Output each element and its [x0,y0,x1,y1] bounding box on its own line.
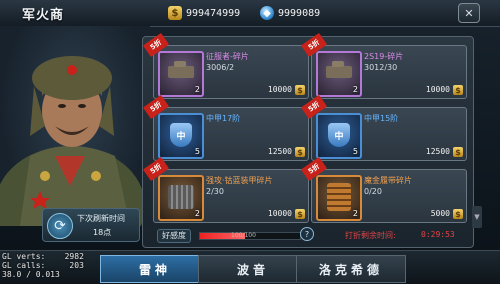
debug-line: 38.0 / 0.013 [2,270,60,279]
shop-window: 军火商 $ 999474999 ◆ 9999089 ✕ ⟳ 下次刷新时间 18点… [0,0,500,284]
armor-plate-icon [168,185,194,209]
shop-item-card[interactable]: 2 5折 强攻·钴蓝装甲碎片 2/30 10000 $ [142,156,309,223]
track-icon [327,183,351,211]
refresh-icon: ⟳ [47,213,73,239]
shop-item-card[interactable]: 2 5折 魔金履带碎片 0/20 5000 $ [300,156,467,223]
diamond-icon: ◆ [260,6,274,20]
help-icon[interactable]: ? [300,227,314,241]
item-price: 5000 [430,209,450,218]
item-price: 10000 [425,85,450,94]
diamond-display: ◆ 9999089 [260,5,320,21]
item-thumbnail: 中 5 [316,113,362,159]
diamond-value: 9999089 [278,7,321,19]
item-thumbnail: 2 [158,175,204,221]
item-progress: 0/20 [364,187,382,196]
item-price: 12500 [425,147,450,156]
gold-display: $ 999474999 [168,5,240,21]
item-name: 强攻·钴蓝装甲碎片 [206,176,273,185]
merchant-portrait [0,26,150,226]
item-quantity: 2 [194,85,200,94]
item-quantity: 5 [352,147,358,156]
tab-lockheed[interactable]: 洛克希德 [296,255,406,283]
tank-icon [326,61,352,78]
debug-overlay: GL verts: 2982 GL calls: 203 38.0 / 0.01… [2,252,84,279]
top-bar: 军火商 $ 999474999 ◆ 9999089 ✕ [0,0,500,27]
item-name: 2S19-碎片 [364,52,404,61]
gold-coin-icon: $ [295,209,305,219]
armor-shield-icon: 中 [170,123,192,147]
gold-coin-icon: $ [453,209,463,219]
item-name: 中甲15阶 [364,114,399,123]
gold-coin-icon: $ [168,6,182,20]
item-progress: 3012/30 [364,63,398,72]
armor-shield-icon: 中 [328,123,350,147]
item-price: 10000 [267,85,292,94]
tank-icon [168,61,194,78]
gold-coin-icon: $ [453,85,463,95]
tab-boeing[interactable]: 波音 [198,255,308,283]
shop-item-card[interactable]: 2 5折 征服者-碎片 3006/2 10000 $ [142,32,309,99]
shop-item-card[interactable]: 中 5 5折 中甲17阶 12500 $ [142,94,309,161]
item-quantity: 2 [194,209,200,218]
item-quantity: 2 [352,209,358,218]
officer-illustration [0,56,145,226]
discount-timer-value: 0:29:53 [421,230,455,239]
item-progress: 2/30 [206,187,224,196]
favor-value: 100/100 [231,232,256,239]
item-thumbnail: 2 [316,51,362,97]
item-thumbnail: 中 5 [158,113,204,159]
scroll-arrow[interactable]: ▼ [472,206,482,228]
item-quantity: 5 [194,147,200,156]
shop-item-card[interactable]: 中 5 5折 中甲15阶 12500 $ [300,94,467,161]
item-thumbnail: 2 [158,51,204,97]
gold-value: 999474999 [186,7,241,19]
item-price: 10000 [267,209,292,218]
close-icon: ✕ [464,6,474,20]
discount-timer-label: 打折剩余时间: [345,231,396,240]
close-button[interactable]: ✕ [458,3,480,23]
debug-line: GL calls: 203 [2,261,84,270]
refresh-label: 下次刷新时间 [77,214,125,223]
tab-raytheon[interactable]: 雷神 [100,255,210,283]
item-name: 中甲17阶 [206,114,241,123]
item-price: 12500 [267,147,292,156]
item-thumbnail: 2 [316,175,362,221]
refresh-button[interactable]: ⟳ 下次刷新时间 18点 [42,208,140,242]
gold-coin-icon: $ [295,147,305,157]
shop-item-card[interactable]: 2 5折 2S19-碎片 3012/30 10000 $ [300,32,467,99]
item-quantity: 2 [352,85,358,94]
favor-label: 好感度 [157,229,191,243]
item-name: 征服者-碎片 [206,52,249,61]
gold-coin-icon: $ [453,147,463,157]
debug-line: GL verts: 2982 [2,252,84,261]
item-progress: 3006/2 [206,63,235,72]
item-name: 魔金履带碎片 [364,176,412,185]
gold-coin-icon: $ [295,85,305,95]
refresh-time: 18点 [93,228,112,237]
page-title: 军火商 [22,8,65,23]
shop-panel: 2 5折 征服者-碎片 3006/2 10000 $ 2 5折 2S19-碎片 … [142,32,474,248]
